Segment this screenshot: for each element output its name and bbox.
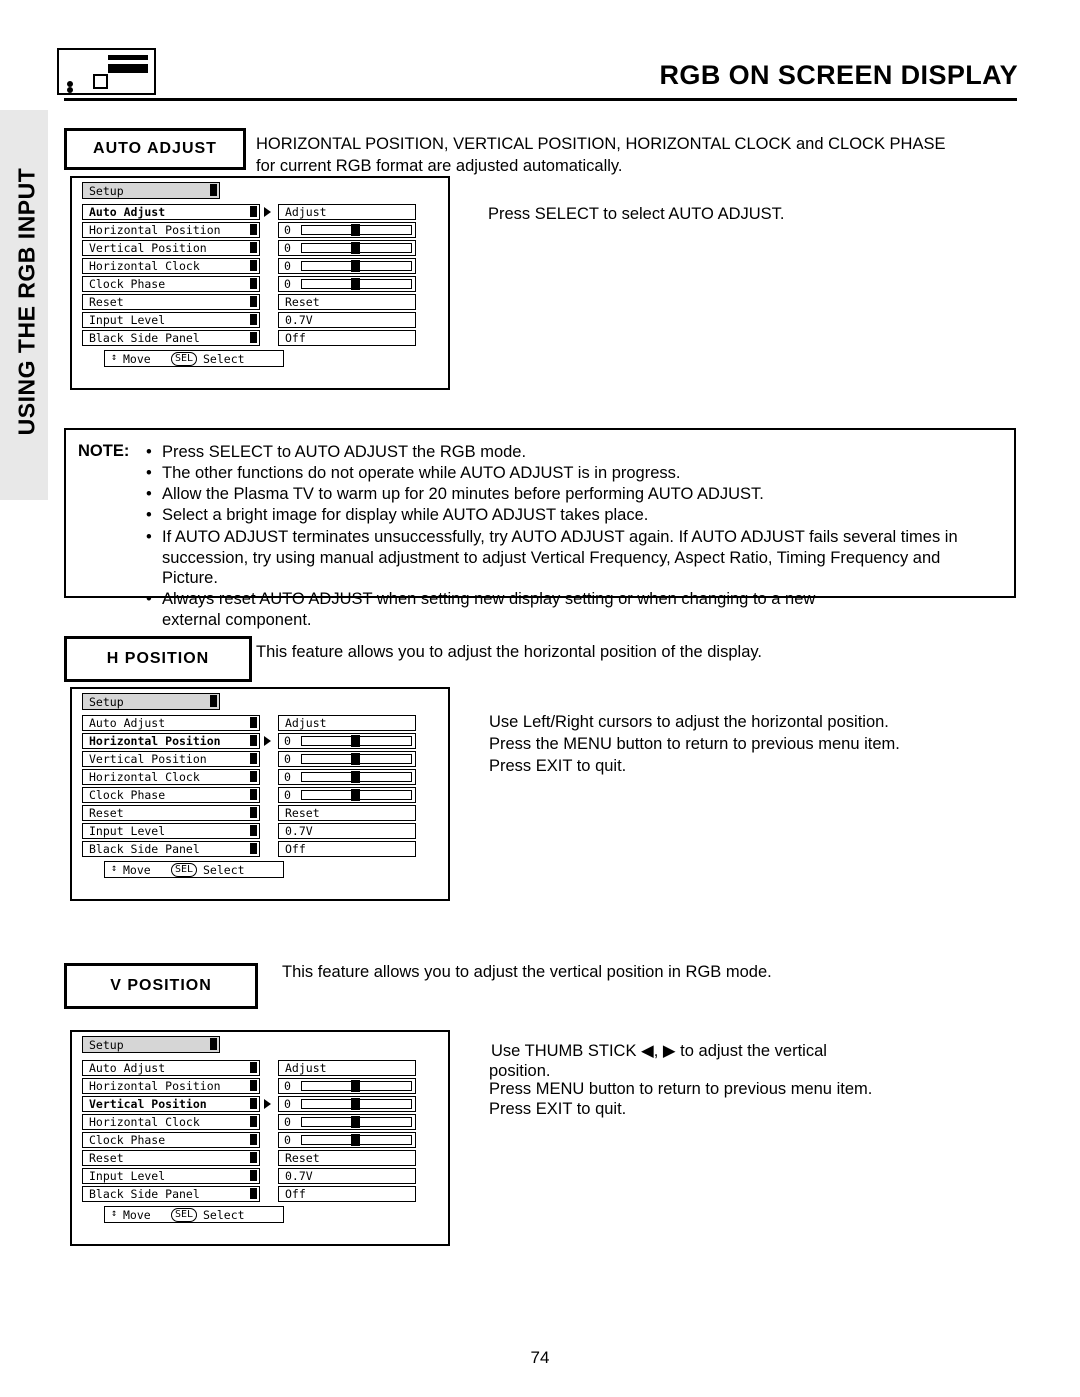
sel-key-icon: SEL [171,863,198,877]
osd-row-vertical-position[interactable]: Vertical Position 0 [82,1096,422,1112]
v-position-instruction-line1: Use THUMB STICK ◀, ▶ to adjust the verti… [491,1042,827,1060]
osd-row-black-side-panel[interactable]: Black Side Panel Off [82,1186,422,1202]
h-position-description: This feature allows you to adjust the ho… [256,643,762,661]
v-position-instruction-line3: Press MENU button to return to previous … [489,1080,873,1098]
osd-row-horizontal-position[interactable]: Horizontal Position 0 [82,733,422,749]
note-item-cont: external component. [162,611,312,629]
section-heading-v-position: V POSITION [64,963,258,1009]
osd-footer-hint: ↕ Move SEL Select [104,861,284,878]
v-position-description: This feature allows you to adjust the ve… [282,963,772,981]
h-position-instruction-line3: Press EXIT to quit. [489,757,627,775]
osd-row-auto-adjust[interactable]: Auto Adjust Adjust [82,715,422,731]
h-position-instruction-line2: Press the MENU button to return to previ… [489,735,900,753]
osd-row-clock-phase[interactable]: Clock Phase 0 [82,276,422,292]
up-down-arrow-icon: ↕ [111,1208,118,1219]
v-position-instruction-line4: Press EXIT to quit. [489,1100,627,1118]
note-item: • Select a bright image for display while… [146,506,649,525]
osd-row-clock-phase[interactable]: Clock Phase 0 [82,787,422,803]
note-box: NOTE: • Press SELECT to AUTO ADJUST the R… [64,428,1016,629]
osd-row-vertical-position[interactable]: Vertical Position 0 [82,240,422,256]
osd-panel-v-position: Setup Auto Adjust Adjust Horizontal Posi… [70,1030,450,1246]
osd-row-reset[interactable]: Reset Reset [82,294,422,310]
plasma-tv-icon [57,48,156,95]
auto-adjust-instruction: Press SELECT to select AUTO ADJUST. [488,205,785,223]
selection-arrow-icon [264,736,271,746]
osd-panel-auto-adjust: Setup Auto Adjust Adjust Horizontal Posi… [70,176,450,390]
osd-row-input-level[interactable]: Input Level 0.7V [82,823,422,839]
auto-adjust-description-line1: HORIZONTAL POSITION, VERTICAL POSITION, … [256,135,946,153]
osd-row-vertical-position[interactable]: Vertical Position 0 [82,751,422,767]
osd-row-horizontal-clock[interactable]: Horizontal Clock 0 [82,1114,422,1130]
osd-title-setup: Setup [82,1036,220,1053]
header-divider [64,98,1017,101]
sel-key-icon: SEL [171,352,198,366]
osd-footer-hint: ↕ Move SEL Select [104,1206,284,1223]
osd-row-reset[interactable]: Reset Reset [82,1150,422,1166]
page-number: 74 [530,1348,550,1367]
osd-panel-h-position: Setup Auto Adjust Adjust Horizontal Posi… [70,687,450,901]
section-heading-auto-adjust-label: AUTO ADJUST [93,140,217,157]
osd-row-horizontal-position[interactable]: Horizontal Position 0 [82,1078,422,1094]
osd-row-horizontal-clock[interactable]: Horizontal Clock 0 [82,769,422,785]
note-item: • The other functions do not operate whil… [146,464,681,483]
osd-row-input-level[interactable]: Input Level 0.7V [82,1168,422,1184]
osd-row-horizontal-clock[interactable]: Horizontal Clock 0 [82,258,422,274]
note-item: • If AUTO ADJUST terminates unsuccessfull… [146,527,958,546]
note-label: NOTE: [78,442,130,460]
osd-row-horizontal-position[interactable]: Horizontal Position 0 [82,222,422,238]
note-list: • Press SELECT to AUTO ADJUST the RGB mod… [144,442,999,631]
section-heading-h-position-label: H POSITION [106,650,210,667]
selection-arrow-icon [264,207,271,217]
sidebar-label: USING THE RGB INPUT [13,167,40,436]
osd-row-clock-phase[interactable]: Clock Phase 0 [82,1132,422,1148]
h-position-instruction-line1: Use Left/Right cursors to adjust the hor… [489,713,889,731]
note-item-cont: succession, try using manual adjustment … [162,548,941,587]
section-heading-auto-adjust: AUTO ADJUST [64,128,246,170]
sidebar-band: USING THE RGB INPUT [0,110,48,500]
osd-row-reset[interactable]: Reset Reset [82,805,422,821]
osd-row-auto-adjust[interactable]: Auto Adjust Adjust [82,204,422,220]
note-item: • Press SELECT to AUTO ADJUST the RGB mod… [146,443,527,461]
osd-title-setup: Setup [82,182,220,199]
page-title: RGB ON SCREEN DISPLAY [659,60,1018,90]
osd-title-setup: Setup [82,693,220,710]
auto-adjust-description-line2: for current RGB format are adjusted auto… [256,157,623,175]
osd-row-black-side-panel[interactable]: Black Side Panel Off [82,330,422,346]
up-down-arrow-icon: ↕ [111,352,118,363]
osd-row-input-level[interactable]: Input Level 0.7V [82,312,422,328]
up-down-arrow-icon: ↕ [111,863,118,874]
note-item: • Always reset AUTO ADJUST when setting n… [146,589,816,608]
osd-row-auto-adjust[interactable]: Auto Adjust Adjust [82,1060,422,1076]
section-heading-h-position: H POSITION [64,636,252,682]
note-item: • Allow the Plasma TV to warm up for 20 m… [146,485,764,504]
osd-row-black-side-panel[interactable]: Black Side Panel Off [82,841,422,857]
osd-footer-hint: ↕ Move SEL Select [104,350,284,367]
sel-key-icon: SEL [171,1208,198,1222]
section-heading-v-position-label: V POSITION [110,977,212,994]
selection-arrow-icon [264,1099,271,1109]
